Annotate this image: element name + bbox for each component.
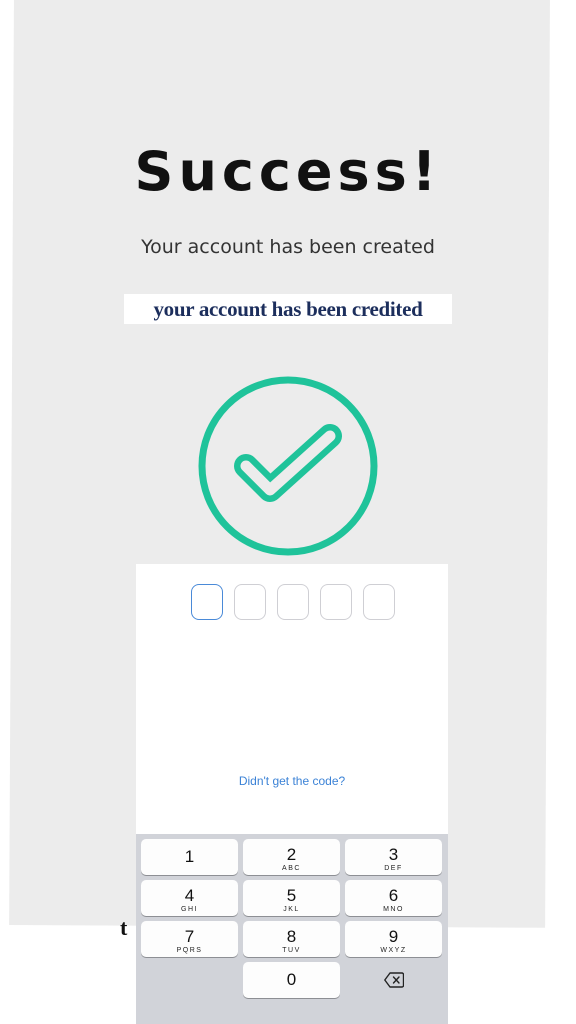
backspace-key[interactable]: [345, 962, 442, 998]
key-0[interactable]: 0: [243, 962, 340, 998]
key-digit: 9: [388, 927, 399, 946]
key-letters: JKL: [283, 906, 300, 913]
key-8[interactable]: 8 TUV: [243, 921, 340, 957]
verification-panel: Didn't get the code? 1 2 ABC 3 DEF 4 GHI…: [136, 564, 448, 1024]
key-letters: DEF: [384, 865, 403, 872]
key-letters: ABC: [282, 865, 301, 872]
key-digit: 7: [184, 927, 195, 946]
success-title: Success!: [134, 140, 442, 203]
key-digit: 8: [286, 927, 297, 946]
key-6[interactable]: 6 MNO: [345, 880, 442, 916]
key-digit: 2: [286, 845, 297, 864]
key-7[interactable]: 7 PQRS: [141, 921, 238, 957]
key-3[interactable]: 3 DEF: [345, 839, 442, 875]
key-4[interactable]: 4 GHI: [141, 880, 238, 916]
key-letters: MNO: [383, 906, 404, 913]
backspace-icon: [383, 972, 404, 988]
code-digit-box[interactable]: [320, 584, 352, 620]
key-digit: 3: [388, 845, 399, 864]
code-input-group: [191, 584, 395, 620]
code-digit-box[interactable]: [277, 584, 309, 620]
key-letters: GHI: [181, 906, 198, 913]
key-1[interactable]: 1: [141, 839, 238, 875]
key-5[interactable]: 5 JKL: [243, 880, 340, 916]
key-9[interactable]: 9 WXYZ: [345, 921, 442, 957]
key-digit: 1: [184, 847, 195, 866]
key-digit: 0: [286, 970, 297, 989]
key-digit: 4: [184, 886, 195, 905]
code-digit-box[interactable]: [363, 584, 395, 620]
resend-code-link[interactable]: Didn't get the code?: [136, 774, 448, 788]
key-digit: 6: [388, 886, 399, 905]
key-letters: TUV: [282, 947, 301, 954]
key-digit: 5: [286, 886, 297, 905]
key-letters: PQRS: [176, 947, 203, 954]
account-created-subtitle: Your account has been created: [141, 236, 435, 258]
key-letters: WXYZ: [380, 947, 407, 954]
code-digit-box[interactable]: [234, 584, 266, 620]
credited-banner: your account has been credited: [124, 294, 452, 324]
numeric-keypad: 1 2 ABC 3 DEF 4 GHI 5 JKL 6 MNO 7 PQRS 8…: [136, 834, 448, 1024]
success-check-icon: [196, 374, 380, 558]
code-digit-box[interactable]: [191, 584, 223, 620]
page: Success! Your account has been created y…: [0, 0, 576, 1024]
key-2[interactable]: 2 ABC: [243, 839, 340, 875]
